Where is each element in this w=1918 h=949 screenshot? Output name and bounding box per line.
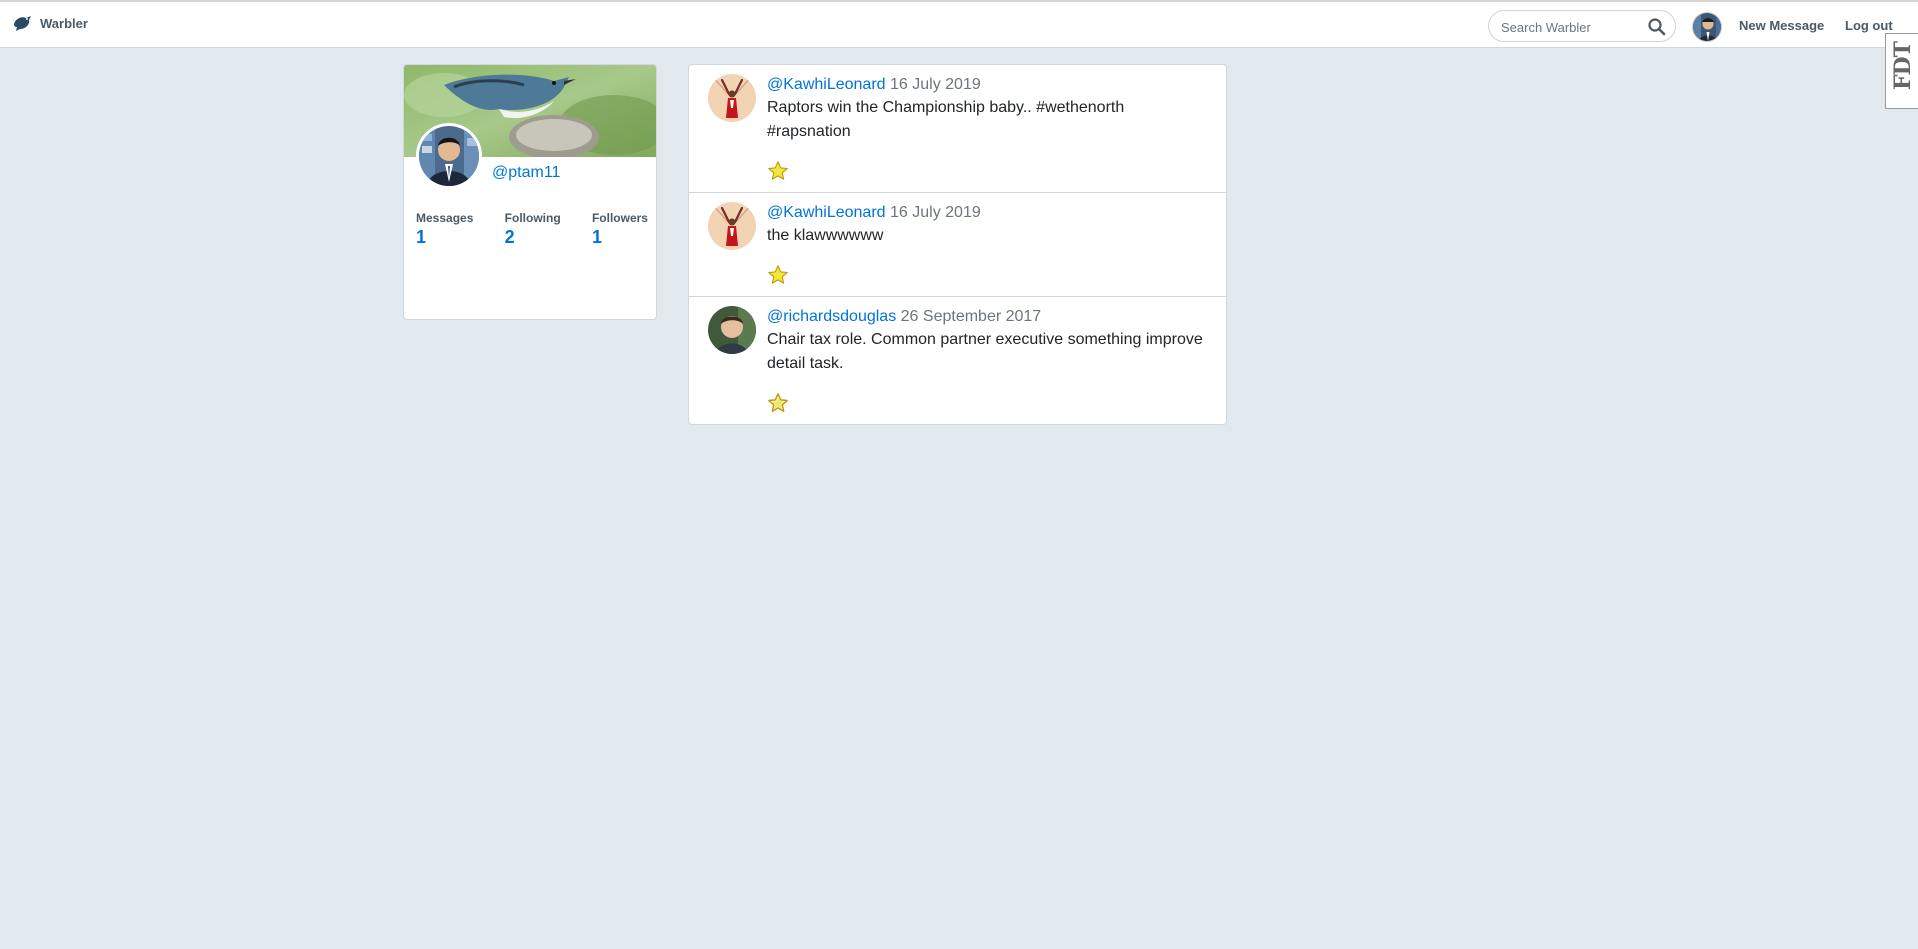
navbar: Warbler New Message Log out	[0, 0, 1918, 48]
stat-value: 2	[504, 227, 515, 247]
stat-label: Following	[504, 211, 561, 225]
logout-link[interactable]: Log out	[1845, 18, 1893, 33]
stat-value: 1	[591, 227, 602, 247]
message-item: @KawhiLeonard 16 July 2019 the klawwwwww	[689, 193, 1226, 297]
message-item: @KawhiLeonard 16 July 2019 Raptors win t…	[689, 65, 1226, 193]
stat-followers[interactable]: Followers 1	[592, 211, 648, 248]
message-author-link[interactable]: @KawhiLeonard	[767, 204, 886, 221]
messages-list: @KawhiLeonard 16 July 2019 Raptors win t…	[688, 64, 1227, 425]
star-filled-icon[interactable]	[767, 264, 789, 286]
warbler-logo-icon	[14, 16, 31, 31]
message-author-link[interactable]: @richardsdouglas	[767, 308, 896, 325]
message-date: 16 July 2019	[890, 76, 981, 93]
star-outline-icon[interactable]	[767, 392, 789, 414]
brand-link[interactable]: Warbler	[12, 14, 88, 32]
search-icon[interactable]	[1647, 17, 1667, 37]
message-author-avatar[interactable]	[708, 202, 756, 250]
star-filled-icon[interactable]	[767, 160, 789, 182]
search-box	[1488, 10, 1676, 42]
message-date: 16 July 2019	[890, 204, 981, 221]
message-text: Raptors win the Championship baby.. #wet…	[767, 99, 1125, 140]
search-input[interactable]	[1501, 17, 1641, 37]
message-text: Chair tax role. Common partner executive…	[767, 331, 1203, 372]
profile-avatar[interactable]	[416, 123, 482, 189]
fdt-label: FDT	[1890, 42, 1916, 91]
new-message-link[interactable]: New Message	[1739, 18, 1824, 33]
message-text: the klawwwwww	[767, 227, 884, 244]
stat-value: 1	[416, 227, 427, 247]
message-author-avatar[interactable]	[708, 306, 756, 354]
profile-handle[interactable]: @ptam11	[492, 164, 560, 182]
message-date: 26 September 2017	[900, 308, 1042, 325]
stat-label: Messages	[416, 211, 474, 225]
message-item: @richardsdouglas 26 September 2017 Chair…	[689, 297, 1226, 424]
message-author-link[interactable]: @KawhiLeonard	[767, 76, 886, 93]
stat-label: Followers	[591, 211, 648, 225]
stat-messages[interactable]: Messages 1	[416, 211, 473, 248]
fdt-debug-toolbar-handle[interactable]: FDT	[1885, 33, 1918, 109]
brand-name: Warbler	[40, 15, 88, 31]
stat-following[interactable]: Following 2	[505, 211, 561, 248]
nav-user-avatar[interactable]	[1692, 12, 1722, 42]
profile-stats: Messages 1 Following 2 Followers 1	[416, 211, 648, 248]
message-author-avatar[interactable]	[708, 74, 756, 122]
profile-card: @ptam11 Messages 1 Following 2 Followers…	[403, 64, 657, 320]
